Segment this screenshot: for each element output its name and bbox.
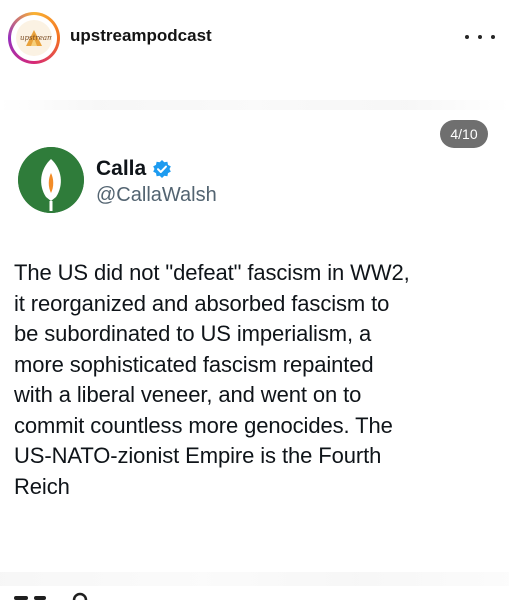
tweet-line: it reorganized and absorbed fascism to (14, 290, 390, 316)
tweet-line: be subordinated to US imperialism, a (14, 321, 372, 346)
dot-icon (478, 35, 482, 39)
more-options-button[interactable] (465, 30, 495, 44)
tweet-line: more sophisticated fascism repainted (14, 351, 374, 377)
faded-background-text (0, 100, 509, 110)
post-header: upstream upstreampodcast (0, 0, 509, 80)
upstream-logo: upstream (16, 20, 52, 56)
verified-badge-icon (153, 160, 172, 178)
avatar-label: upstream (20, 34, 52, 42)
username[interactable]: upstreampodcast (70, 26, 212, 46)
tweet-line: Reich (14, 473, 70, 499)
tweet-avatar (18, 147, 84, 213)
tweet-display-name: Calla (96, 157, 172, 181)
instagram-post: upstream upstreampodcast 4/10 Calla @Cal… (0, 0, 509, 600)
dot-icon (465, 35, 469, 39)
page-indicator: 4/10 (440, 120, 488, 148)
tweet-line: commit countless more genocides. The (14, 412, 393, 438)
tweet-line: US-NATO-zionist Empire is the Fourth (14, 443, 382, 468)
profile-avatar[interactable]: upstream (8, 12, 60, 64)
tweet-handle: @CallaWalsh (96, 184, 217, 206)
action-icons-partial (14, 592, 88, 600)
faded-footer (0, 572, 509, 586)
post-image[interactable]: 4/10 Calla @CallaWalsh The US did not "d… (0, 80, 509, 600)
tweet-body: The US did not "defeat" fascism in WW2, … (14, 258, 498, 502)
calla-lily-icon (18, 147, 84, 213)
display-name-text: Calla (96, 157, 147, 180)
dot-icon (491, 35, 495, 39)
tweet-line: The US did not "defeat" fascism in WW2, (14, 260, 410, 285)
tweet-line: with a liberal veneer, and went on to (14, 382, 362, 407)
